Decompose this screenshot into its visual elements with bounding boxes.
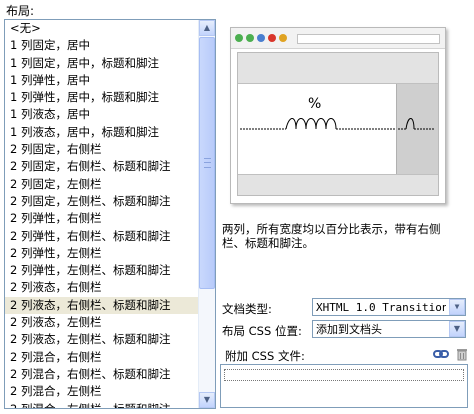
preview-page: % xyxy=(237,52,439,196)
layout-list-item[interactable]: 2 列混合，左侧栏、标题和脚注 xyxy=(5,401,199,408)
layout-list-item[interactable]: 2 列弹性，左侧栏、标题和脚注 xyxy=(5,262,199,279)
attach-css-label: 附加 CSS 文件: xyxy=(225,349,305,363)
layout-list-item[interactable]: 2 列混合，右侧栏、标题和脚注 xyxy=(5,366,199,383)
forward-icon xyxy=(246,34,254,42)
back-icon xyxy=(235,34,243,42)
layout-list-item[interactable]: 2 列弹性，右侧栏 xyxy=(5,210,199,227)
layout-listbox[interactable]: <无> 1 列固定，居中 1 列固定，居中，标题和脚注 1 列弹性，居中 1 列弹性，居… xyxy=(4,19,216,409)
grip-icon xyxy=(204,158,211,168)
css-position-value: 添加到文档头 xyxy=(316,323,382,336)
link-icon[interactable] xyxy=(433,347,449,361)
scroll-thumb[interactable] xyxy=(199,37,215,289)
layout-list-item[interactable]: 2 列弹性，左侧栏 xyxy=(5,245,199,262)
layout-list-item[interactable]: 1 列弹性，居中，标题和脚注 xyxy=(5,89,199,106)
attach-css-empty-row xyxy=(224,369,464,381)
layout-list-item[interactable]: 2 列液态，左侧栏、标题和脚注 xyxy=(5,331,199,348)
list-scrollbar[interactable]: ▲ ▼ xyxy=(198,20,215,408)
scroll-up-button[interactable]: ▲ xyxy=(199,20,215,36)
trash-icon[interactable] xyxy=(455,347,469,361)
scroll-down-button[interactable]: ▼ xyxy=(199,392,215,408)
layout-list-item[interactable]: 1 列液态，居中，标题和脚注 xyxy=(5,124,199,141)
layout-list-item[interactable]: 2 列弹性，右侧栏、标题和脚注 xyxy=(5,228,199,245)
layout-list-item[interactable]: 1 列弹性，居中 xyxy=(5,72,199,89)
chevron-down-icon[interactable]: ▼ xyxy=(449,321,465,337)
layout-list-item[interactable]: 2 列液态，左侧栏 xyxy=(5,314,199,331)
doctype-label: 文档类型: xyxy=(222,302,272,316)
layout-list-item[interactable]: 2 列液态，右侧栏 xyxy=(5,279,199,296)
layout-list-item[interactable]: 2 列混合，左侧栏 xyxy=(5,383,199,400)
chevron-down-icon[interactable]: ▼ xyxy=(449,299,465,315)
doctype-select[interactable]: XHTML 1.0 Transitional ▼ xyxy=(312,298,466,316)
attach-css-list[interactable] xyxy=(220,364,468,408)
layout-list-item[interactable]: 1 列固定，居中 xyxy=(5,37,199,54)
stop-icon xyxy=(268,34,276,42)
layout-description: 两列，所有宽度均以百分比表示，带有右侧栏、标题和脚注。 xyxy=(222,222,441,250)
layout-list-item[interactable]: 1 列液态，居中 xyxy=(5,106,199,123)
doctype-value: XHTML 1.0 Transitional xyxy=(316,301,446,314)
css-position-label: 布局 CSS 位置: xyxy=(222,324,302,338)
layout-list-items: <无> 1 列固定，居中 1 列固定，居中，标题和脚注 1 列弹性，居中 1 列弹性，居… xyxy=(5,20,199,408)
preview-browser-toolbar xyxy=(231,28,445,49)
layout-list-item[interactable]: 2 列固定，右侧栏、标题和脚注 xyxy=(5,158,199,175)
home-icon xyxy=(279,34,287,42)
layout-label: 布局: xyxy=(6,4,35,18)
layout-list-item[interactable]: 1 列固定，居中，标题和脚注 xyxy=(5,55,199,72)
css-position-select[interactable]: 添加到文档头 ▼ xyxy=(312,320,466,338)
refresh-icon xyxy=(257,34,265,42)
preview-url-bar xyxy=(297,34,440,44)
layout-list-item[interactable]: 2 列液态，右侧栏、标题和脚注 xyxy=(5,296,199,315)
layout-list-item[interactable]: 2 列固定，右侧栏 xyxy=(5,141,199,158)
layout-list-item[interactable]: <无> xyxy=(5,20,199,37)
spring-width-icon xyxy=(240,118,434,130)
layout-list-item[interactable]: 2 列固定，左侧栏、标题和脚注 xyxy=(5,193,199,210)
layout-list-item[interactable]: 2 列混合，右侧栏 xyxy=(5,349,199,366)
layout-preview: % xyxy=(230,27,446,204)
layout-list-item[interactable]: 2 列固定，左侧栏 xyxy=(5,176,199,193)
